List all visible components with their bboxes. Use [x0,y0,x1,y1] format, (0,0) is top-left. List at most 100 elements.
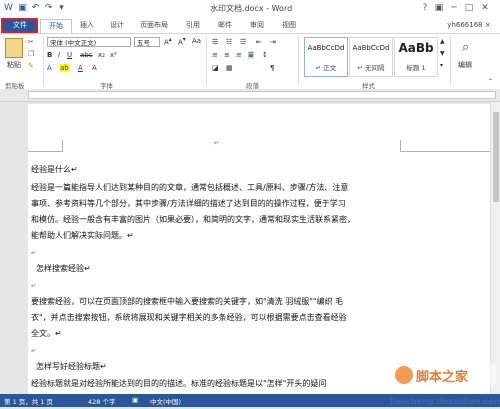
collapse-ribbon-icon[interactable]: ⌃ [488,78,493,85]
header-margin-line [28,151,62,152]
save-icon[interactable]: ▣ [17,3,28,14]
close-button[interactable]: ✕ [478,2,492,15]
minimize-button[interactable]: ─ [447,2,461,15]
doc-paragraph-line: 要搜索经验，可以在页面顶部的搜索框中输入要搜索的关键字，如"清洗 羽绒服""编织… [31,297,344,306]
superscript-icon[interactable]: x² [110,51,117,59]
font-color-icon[interactable]: A [78,64,83,72]
shading-icon[interactable]: ◪ [212,64,219,72]
change-case-icon[interactable]: Aa [192,37,201,45]
tab-review[interactable]: 审阅 [244,19,270,32]
tab-page-layout[interactable]: 页面布局 [134,19,174,32]
ribbon: 粘贴 ✂ ❐ ✎ 剪贴板 宋体 (中文正文) 五号 A▴ A▾ Aa B I U… [0,33,500,90]
shrink-font-icon[interactable]: A▾ [178,37,186,46]
header-margin-line [62,140,63,152]
group-divider [450,36,451,86]
tab-design[interactable]: 设计 [104,19,130,32]
customize-quick-access-icon[interactable]: ▾ [56,3,67,14]
underline-icon[interactable]: U [67,51,72,59]
copy-icon[interactable]: ❐ [28,50,34,58]
paste-icon[interactable] [5,38,23,58]
increase-indent-icon[interactable]: ⇥ [270,38,276,46]
justify-icon[interactable]: ≣ [248,51,254,59]
watermark-logo-icon: 脚本之家 jiaocheng.dhazidian.com [389,363,500,406]
strikethrough-icon[interactable]: abc [80,51,93,59]
group-divider [206,36,207,86]
window-title: 水印文档.docx - Word [210,4,293,13]
doc-paragraph-line: 衣"，并点击搜索按钮，系统将展现和关键字相关的多条经验，可以根据需要点击查看经验 [31,313,347,322]
ruler-track[interactable] [28,91,496,99]
italic-icon[interactable]: I [58,51,60,59]
doc-paragraph-line: 事项、参考资料等几个部分，其中步骤/方法详细的描述了达到目的的操作过程，便于学习 [31,199,346,208]
decrease-indent-icon[interactable]: ⇤ [256,38,262,46]
doc-paragraph-line: 和模仿。经验一般含有丰富的图片（如果必要），和简明的文字，通常和现实生活联系紧密… [31,215,355,224]
text-effects-icon[interactable]: A [47,64,52,72]
show-marks-icon[interactable]: ¶ [270,64,274,72]
styles-scroll-down-icon[interactable]: ▼ [440,50,445,57]
page-count[interactable]: 第 1 页，共 1 页 [4,396,53,406]
header-margin-line [400,151,490,152]
language[interactable]: 中文(中国) [150,396,181,406]
highlight-icon[interactable]: ab [60,64,69,72]
paste-label[interactable]: 粘贴 [7,60,21,70]
proofing-icon[interactable]: ▣ [132,396,138,404]
redo-icon[interactable]: ↷ [43,3,54,14]
multilevel-list-icon[interactable]: ☲ [240,38,246,46]
scrollbar-thumb[interactable] [493,112,499,202]
style-preview: AaBb [398,41,434,55]
tab-references[interactable]: 引用 [180,19,206,32]
ribbon-display-options-button[interactable]: ▣ [432,2,446,15]
bold-icon[interactable]: B [47,51,52,59]
style-heading-1[interactable]: AaBb 标题 1 [394,37,438,77]
watermark-text: 脚本之家 [416,369,469,385]
style-name: ↵ 正文 [315,64,337,72]
subscript-icon[interactable]: x₂ [98,51,105,59]
style-no-spacing[interactable]: AaBbCcDd ↵ 无间隔 [349,37,393,77]
maximize-button[interactable]: □ [462,2,476,15]
align-left-icon[interactable]: ≡ [212,51,218,59]
vertical-scrollbar[interactable] [490,102,500,394]
styles-scroll-up-icon[interactable]: ▲ [440,38,445,45]
bullets-icon[interactable]: ☰ [212,38,218,46]
cut-icon[interactable]: ✂ [28,38,34,46]
doc-paragraph-line: 全文。↵ [31,329,62,338]
word-count[interactable]: 428 个字 [88,396,115,406]
align-right-icon[interactable]: ≡ [236,51,242,59]
title-bar: W ▣ ↶ ↷ ▾ 水印文档.docx - Word ? ▣ ─ □ ✕ [0,0,500,18]
word-logo-icon: W [4,3,13,13]
numbering-icon[interactable]: ☷ [226,38,232,46]
watermark-url: jiaocheng.dhazidian.com [390,397,500,406]
doc-empty-line: ↵ [31,282,37,290]
styles-more-icon[interactable]: ▾ [440,62,443,69]
horizontal-ruler [0,89,500,102]
doc-heading: 经验是什么↵ [31,165,78,174]
ribbon-tabs: 文件 开始 插入 设计 页面布局 引用 邮件 审阅 视图 yh666168 × [0,18,500,33]
user-account[interactable]: yh666168 × [440,19,498,32]
line-spacing-icon[interactable]: ↕ [262,51,268,59]
doc-paragraph-line: 经验是一篇能指导人们达到某种目的的文章，通常包括概述、工具/原料、步骤/方法、注… [31,183,349,192]
editing-button[interactable]: 编辑 [458,60,472,70]
help-button[interactable]: ? [418,2,432,15]
font-size-combo[interactable]: 五号 [134,37,160,47]
char-shading-icon[interactable]: A [92,64,97,72]
grow-font-icon[interactable]: A▴ [164,37,172,46]
style-preview: AaBbCcDd [307,44,345,52]
tab-mailings[interactable]: 邮件 [212,19,238,32]
font-name-combo[interactable]: 宋体 (中文正文) [47,37,131,47]
tab-insert[interactable]: 插入 [74,19,100,32]
doc-heading: 怎样搜索经验↵ [36,264,91,273]
tab-home[interactable]: 开始 [40,19,72,33]
header-paragraph-mark: ↵ [214,139,220,147]
tab-view[interactable]: 视图 [276,19,302,32]
style-normal[interactable]: AaBbCcDd ↵ 正文 [304,37,348,77]
find-icon[interactable]: ⌕ [462,40,469,55]
undo-icon[interactable]: ↶ [30,3,41,14]
document-page[interactable]: ↵ 经验是什么↵ 经验是一篇能指导人们达到某种目的的文章，通常包括概述、工具/原… [28,104,490,394]
format-painter-icon[interactable]: ✎ [28,62,34,70]
style-name: 标题 1 [406,64,426,72]
group-divider [298,36,299,86]
header-margin-line [400,140,401,152]
doc-paragraph-line: 能帮助人们解决实际问题。↵ [31,231,134,240]
style-name: ↵ 无间隔 [357,64,385,72]
borders-icon[interactable]: ▦ [226,64,233,72]
align-center-icon[interactable]: ≡ [224,51,230,59]
